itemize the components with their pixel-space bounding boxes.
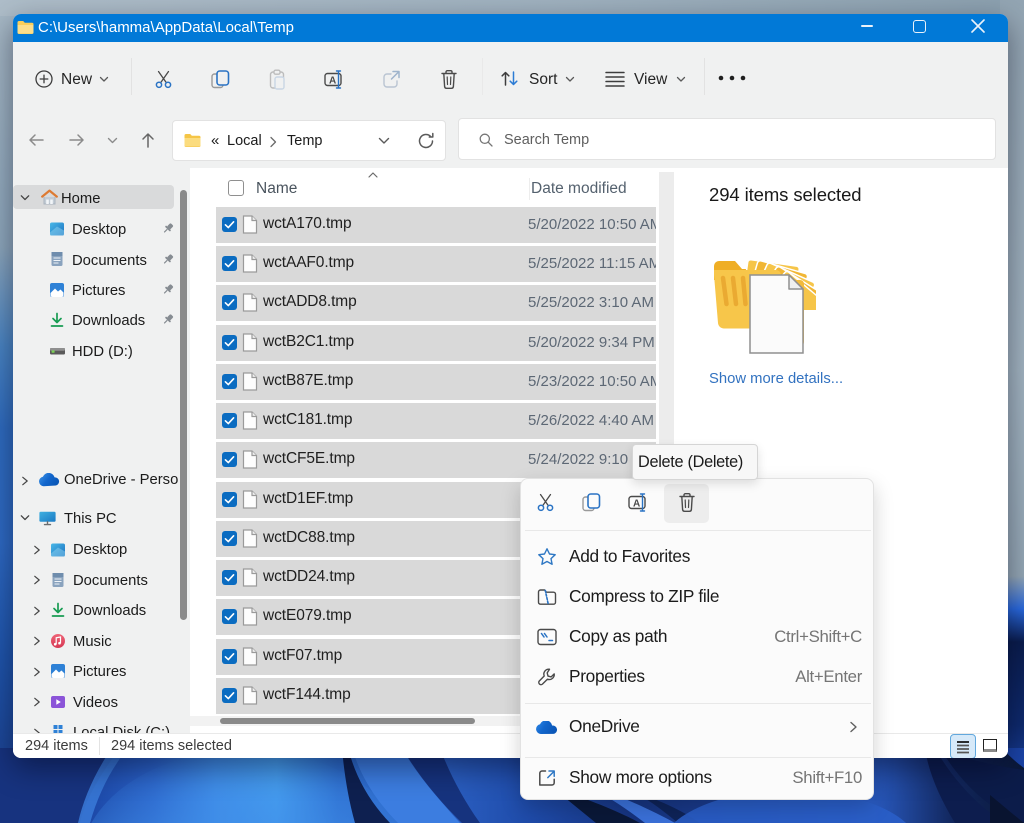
- svg-text:A: A: [633, 499, 640, 510]
- svg-text:A: A: [329, 76, 336, 87]
